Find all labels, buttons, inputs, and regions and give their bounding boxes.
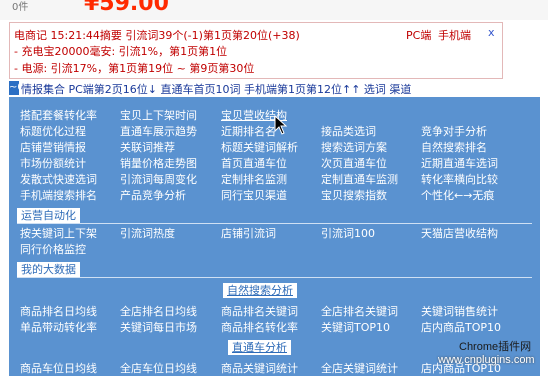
mobile-link[interactable]: 手机端 <box>438 27 471 43</box>
menu-item[interactable]: 标题优化过程 <box>20 123 86 139</box>
info-bar: ~0 情报集合 PC端第2页16位↓ 直通车首页10词 手机端第1页第12位↑↑… <box>9 80 548 96</box>
close-icon[interactable]: x <box>488 26 495 39</box>
menu-item[interactable]: 手机端搜索排名 <box>20 187 97 203</box>
product-price: ¥59.00 <box>84 0 169 16</box>
menu-item[interactable]: 竞争对手分析 <box>421 123 487 139</box>
menu-item[interactable]: 商品排名关键词 <box>221 303 298 319</box>
menu-item[interactable]: 产品竞争分析 <box>120 187 186 203</box>
section-natural-search[interactable]: 自然搜索分析 <box>223 283 297 298</box>
menu-item[interactable]: 关键词每日市场 <box>120 319 197 335</box>
menu-item[interactable]: 近期排名名 <box>221 123 276 139</box>
info-bar-text[interactable]: 情报集合 PC端第2页16位↓ 直通车首页10词 手机端第1页第12位↑↑ 选词… <box>21 81 411 97</box>
menu-item[interactable]: 引流词每周变化 <box>120 171 197 187</box>
summary-line-1: 电商记 15:21:44摘要 引流词39个(-1)第1页第20位(+38) <box>14 29 300 42</box>
divider <box>17 277 532 278</box>
menu-item[interactable]: 搭配套餐转化率 <box>20 107 97 123</box>
menu-item[interactable]: 商品排名日均线 <box>20 303 97 319</box>
menu-item[interactable]: 商品关键词统计 <box>221 360 298 376</box>
menu-item[interactable]: 宝贝搜索指数 <box>321 187 387 203</box>
menu-item[interactable]: 市场份额统计 <box>20 155 86 171</box>
top-small-text: 0件 <box>12 2 29 13</box>
section-ops-automation: 运营自动化 <box>17 208 80 223</box>
menu-toggle-icon[interactable]: ~0 <box>9 81 24 95</box>
watermark-title: Chrome插件网 <box>459 341 532 353</box>
menu-item[interactable]: 店铺营销情报 <box>20 139 86 155</box>
top-strip: 0件 ¥59.00 <box>0 0 548 20</box>
pc-link[interactable]: PC端 <box>406 27 431 43</box>
summary-line-2: - 充电宝20000毫安: 引流1%，第1页第1位 <box>14 45 228 58</box>
menu-item[interactable]: 直通车展示趋势 <box>120 123 197 139</box>
watermark-url: www.cnplugins.com <box>438 354 535 366</box>
menu-item[interactable]: 定制排名监测 <box>221 171 287 187</box>
menu-item[interactable]: 全店车位日均线 <box>120 360 197 376</box>
section-my-big-data: 我的大数据 <box>17 262 80 277</box>
menu-item[interactable]: 发散式快速选词 <box>20 171 97 187</box>
menu-item[interactable]: 全店排名关键词 <box>321 303 398 319</box>
menu-item[interactable]: 商品车位日均线 <box>20 360 97 376</box>
menu-item[interactable]: 商品排名转化率 <box>221 319 298 335</box>
menu-item[interactable]: 同行宝贝渠道 <box>221 187 287 203</box>
menu-item[interactable]: 近期直通车选词 <box>421 155 498 171</box>
menu-item[interactable]: 关联词推荐 <box>120 139 175 155</box>
menu-item[interactable]: 全店关键词统计 <box>321 360 398 376</box>
menu-item[interactable]: 关键词TOP10 <box>321 319 390 335</box>
menu-item[interactable]: 次页直通车位 <box>321 155 387 171</box>
menu-item[interactable]: 同行价格监控 <box>20 241 86 257</box>
menu-item[interactable]: 引流词100 <box>321 225 375 241</box>
menu-item[interactable]: 个性化←→无痕 <box>421 187 494 203</box>
menu-item[interactable]: 天猫店营收结构 <box>421 225 498 241</box>
section-ztc-analysis[interactable]: 直通车分析 <box>228 340 291 355</box>
menu-item[interactable]: 店铺引流词 <box>221 225 276 241</box>
menu-item[interactable]: 接品类选词 <box>321 123 376 139</box>
menu-item[interactable]: 引流词热度 <box>120 225 175 241</box>
menu-item[interactable]: 店内商品TOP10 <box>421 319 501 335</box>
menu-item[interactable]: 定制直通车监测 <box>321 171 398 187</box>
menu-item[interactable]: 标题关键词解析 <box>221 139 298 155</box>
menu-item[interactable]: 关键词销售统计 <box>421 303 498 319</box>
summary-box: 电商记 15:21:44摘要 引流词39个(-1)第1页第20位(+38) - … <box>9 22 503 79</box>
menu-item[interactable]: 宝贝上下架时间 <box>120 107 197 123</box>
menu-item[interactable]: 搜索选词方案 <box>321 139 387 155</box>
mouse-cursor-icon <box>274 115 288 135</box>
menu-item[interactable]: 自然搜索排名 <box>421 139 487 155</box>
menu-item[interactable]: 首页直通车位 <box>221 155 287 171</box>
divider <box>17 223 532 224</box>
menu-item[interactable]: 全店排名日均线 <box>120 303 197 319</box>
menu-item[interactable]: 销量价格走势图 <box>120 155 197 171</box>
summary-line-3: - 电源: 引流17%，第1页第19位 ~ 第9页第30位 <box>14 62 255 75</box>
menu-item[interactable]: 按关键词上下架 <box>20 225 97 241</box>
menu-item[interactable]: 单品带动转化率 <box>20 319 97 335</box>
menu-item[interactable]: 转化率横向比较 <box>421 171 498 187</box>
feature-menu-panel: 搭配套餐转化率 宝贝上下架时间 宝贝营收结构 接品类选词 竞争对手分析 标题优化… <box>9 97 540 376</box>
